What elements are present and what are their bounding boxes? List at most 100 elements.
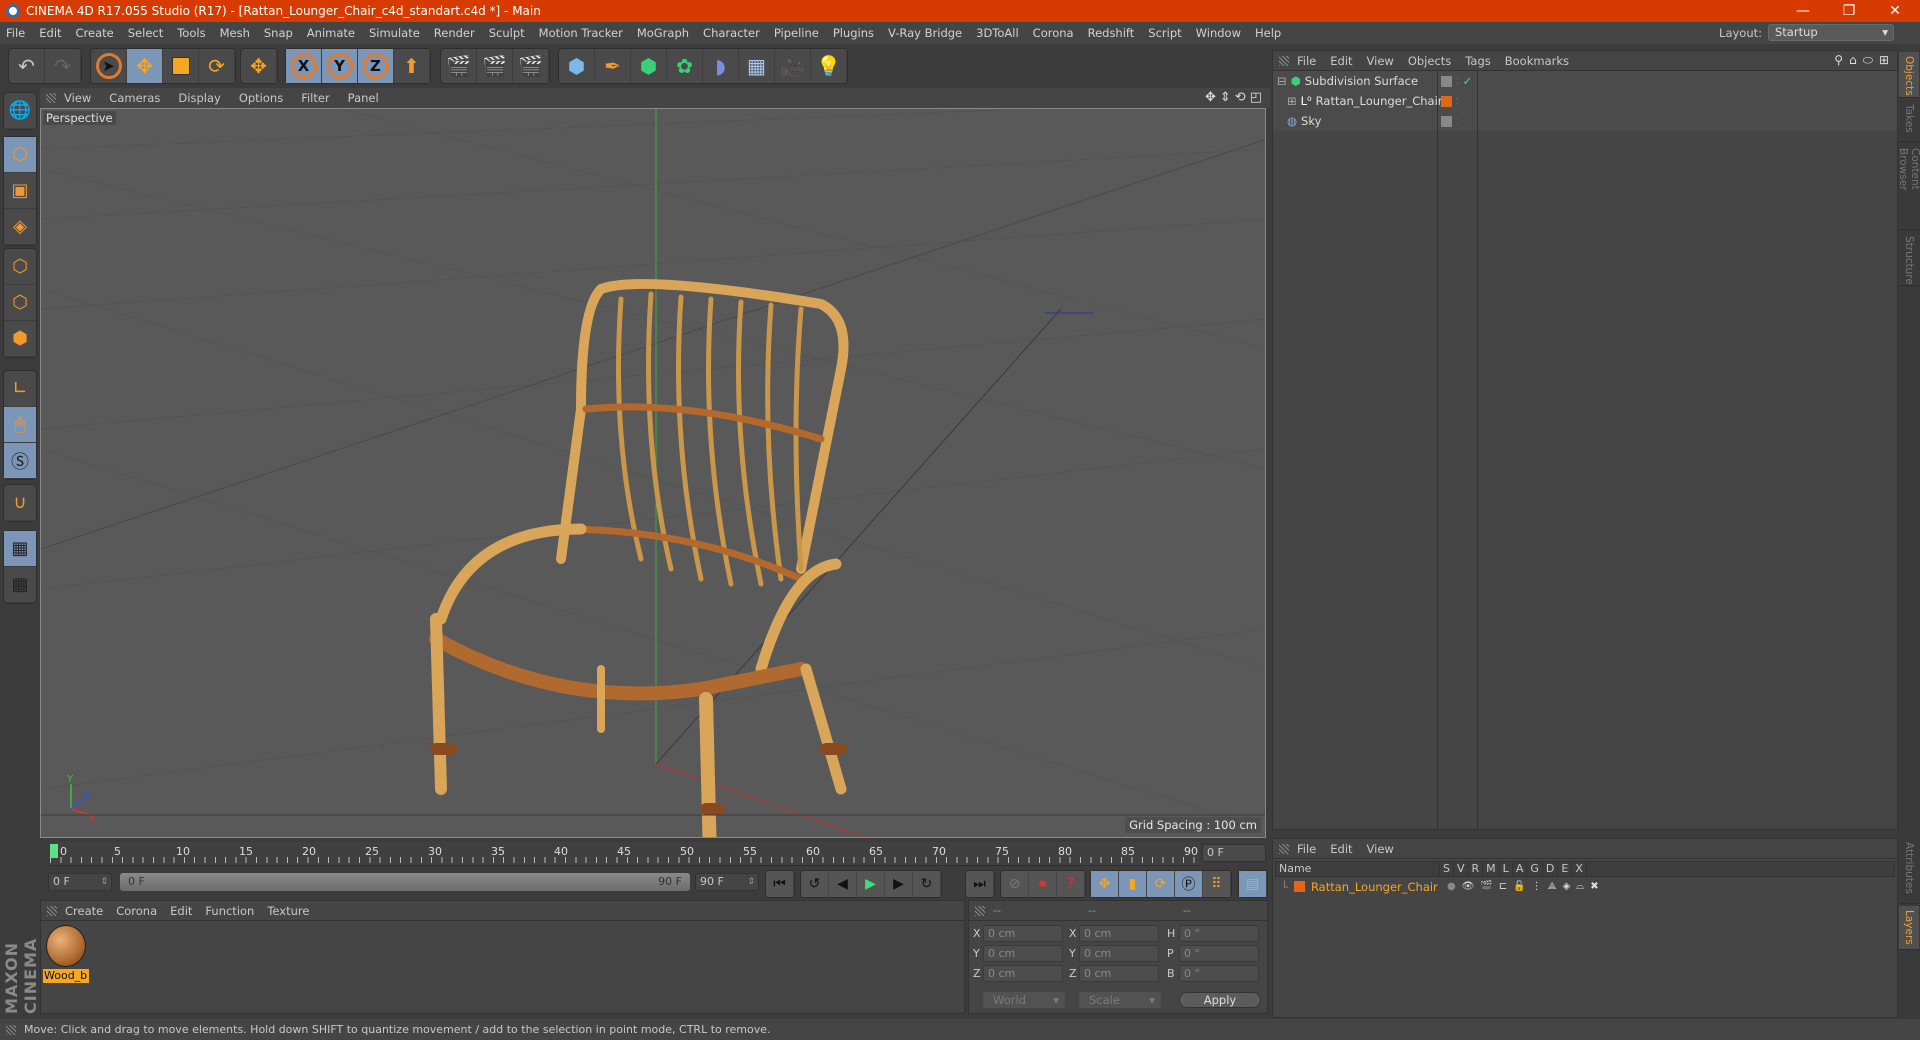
- locked-workplane-icon[interactable]: ▦: [4, 531, 36, 567]
- visibility-dots-icon[interactable]: ⁚: [1456, 77, 1459, 86]
- size-y-field[interactable]: 0 cm: [1079, 945, 1159, 962]
- menu-pipeline[interactable]: Pipeline: [774, 26, 819, 40]
- last-tool-icon[interactable]: ✥: [241, 49, 277, 83]
- column-deformers[interactable]: D: [1543, 862, 1559, 876]
- edges-mode-icon[interactable]: ⬡: [4, 285, 36, 321]
- pos-x-field[interactable]: 0 cm: [983, 925, 1063, 942]
- minimize-button[interactable]: —: [1780, 0, 1826, 22]
- previous-frame-icon[interactable]: ◀: [829, 871, 857, 897]
- current-frame-field[interactable]: 0 F: [1202, 844, 1266, 862]
- expressions-toggle-icon[interactable]: ⌓: [1576, 881, 1584, 892]
- column-expressions[interactable]: E: [1558, 862, 1573, 876]
- tab-attributes[interactable]: Attributes: [1899, 838, 1919, 904]
- object-row[interactable]: ⊞ L⁰ Rattan_Lounger_Chair ⁚: [1273, 91, 1897, 111]
- floor-icon[interactable]: ▦: [739, 49, 775, 83]
- visibility-dots-icon[interactable]: ⁚: [1456, 117, 1459, 126]
- menu-sculpt[interactable]: Sculpt: [489, 26, 525, 40]
- menu-3dtoall[interactable]: 3DToAll: [976, 26, 1019, 40]
- column-xrefs[interactable]: X: [1572, 862, 1587, 876]
- material-menu-create[interactable]: Create: [65, 904, 103, 918]
- apply-button[interactable]: Apply: [1179, 992, 1261, 1008]
- column-divider[interactable]: [1477, 71, 1478, 829]
- make-editable-icon[interactable]: 🌐: [4, 93, 36, 129]
- tab-content-browser[interactable]: Content Browser: [1897, 144, 1920, 230]
- menu-render[interactable]: Render: [434, 26, 475, 40]
- menu-animate[interactable]: Animate: [307, 26, 355, 40]
- rattan-lounger-chair-model[interactable]: [429, 279, 849, 838]
- pos-z-field[interactable]: 0 cm: [983, 965, 1063, 982]
- menu-motion-tracker[interactable]: Motion Tracker: [539, 26, 623, 40]
- viewport-menu-display[interactable]: Display: [178, 91, 220, 105]
- column-locked[interactable]: L: [1500, 862, 1513, 876]
- x-axis-icon[interactable]: X: [286, 49, 322, 83]
- column-divider[interactable]: [1437, 71, 1438, 829]
- size-x-field[interactable]: 0 cm: [1079, 925, 1159, 942]
- render-view-icon[interactable]: 🎬: [441, 49, 477, 83]
- light-icon[interactable]: 💡: [811, 49, 847, 83]
- grip-icon[interactable]: [1279, 843, 1289, 854]
- viewport-menu-cameras[interactable]: Cameras: [109, 91, 160, 105]
- layer-menu-view[interactable]: View: [1367, 842, 1394, 856]
- y-axis-icon[interactable]: Y: [322, 49, 358, 83]
- next-frame-icon[interactable]: ▶: [885, 871, 913, 897]
- menu-redshift[interactable]: Redshift: [1088, 26, 1135, 40]
- menu-snap[interactable]: Snap: [264, 26, 293, 40]
- tab-layers[interactable]: Layers: [1899, 906, 1919, 950]
- menu-tools[interactable]: Tools: [177, 26, 205, 40]
- menu-plugins[interactable]: Plugins: [833, 26, 874, 40]
- manager-toggle-icon[interactable]: ⊏: [1499, 881, 1507, 892]
- coordinate-mode-dropdown[interactable]: World: [983, 992, 1065, 1008]
- camera-icon[interactable]: 🎥: [775, 49, 811, 83]
- expand-icon[interactable]: ⊞: [1287, 94, 1297, 108]
- material-menu-function[interactable]: Function: [205, 904, 254, 918]
- layer-color-icon[interactable]: [1441, 95, 1452, 107]
- model-mode-icon[interactable]: ⬡: [4, 137, 36, 173]
- snap-icon[interactable]: ∪: [4, 485, 36, 521]
- redo-icon[interactable]: ↷: [45, 49, 81, 83]
- menu-select[interactable]: Select: [128, 26, 163, 40]
- menu-window[interactable]: Window: [1196, 26, 1241, 40]
- animation-toggle-icon[interactable]: ⋮: [1532, 881, 1542, 892]
- filter-icon[interactable]: ⬭: [1863, 53, 1873, 68]
- tweak-mode-icon[interactable]: 🖱: [4, 407, 36, 443]
- layer-name[interactable]: Rattan_Lounger_Chair: [1311, 880, 1447, 894]
- undo-icon[interactable]: ↶: [9, 49, 45, 83]
- parameter-key-icon[interactable]: Ⓟ: [1175, 871, 1203, 897]
- layer-row[interactable]: └ Rattan_Lounger_Chair ● 👁 🎬 ⊏ 🔓 ⋮ ⟁ ◈ ⌓…: [1275, 878, 1895, 895]
- keyframe-selection-icon[interactable]: ?: [1057, 871, 1085, 897]
- menu-corona[interactable]: Corona: [1033, 26, 1074, 40]
- render-toggle-icon[interactable]: 🎬: [1480, 881, 1492, 892]
- layer-menu-edit[interactable]: Edit: [1330, 842, 1352, 856]
- generators-toggle-icon[interactable]: ⟁: [1548, 881, 1557, 892]
- go-to-end-icon[interactable]: ⏭: [966, 871, 994, 897]
- layout-dropdown[interactable]: Startup: [1768, 24, 1894, 41]
- enabled-check-icon[interactable]: ✓: [1463, 74, 1473, 88]
- object-menu-objects[interactable]: Objects: [1408, 54, 1451, 68]
- column-view[interactable]: V: [1454, 862, 1469, 876]
- grip-icon[interactable]: [46, 93, 56, 103]
- layer-color-icon[interactable]: [1293, 881, 1305, 892]
- rot-b-field[interactable]: 0 °: [1179, 965, 1259, 982]
- layer-menu-file[interactable]: File: [1297, 842, 1316, 856]
- render-settings-icon[interactable]: 🎬: [513, 49, 549, 83]
- size-z-field[interactable]: 0 cm: [1079, 965, 1159, 982]
- rot-p-field[interactable]: 0 °: [1179, 945, 1259, 962]
- column-generators[interactable]: G: [1527, 862, 1543, 876]
- autokey-icon[interactable]: ⏺: [1029, 871, 1057, 897]
- tab-structure[interactable]: Structure: [1899, 232, 1919, 286]
- lock-toggle-icon[interactable]: 🔓: [1513, 881, 1525, 892]
- mograph-cloner-icon[interactable]: ✿: [667, 49, 703, 83]
- viewport-menu-view[interactable]: View: [64, 91, 91, 105]
- z-axis-icon[interactable]: Z: [358, 49, 394, 83]
- object-row[interactable]: ⊟ ⬢ Subdivision Surface ⁚ ✓: [1273, 71, 1897, 91]
- column-name[interactable]: Name: [1276, 862, 1440, 876]
- rotation-key-icon[interactable]: ⟳: [1147, 871, 1175, 897]
- view-toggle-icon[interactable]: 👁: [1462, 881, 1475, 892]
- tab-objects[interactable]: Objects: [1899, 52, 1919, 98]
- visibility-dots-icon[interactable]: ⁚: [1456, 97, 1459, 106]
- solo-mode-icon[interactable]: Ⓢ: [4, 443, 36, 479]
- deformer-icon[interactable]: ◗: [703, 49, 739, 83]
- go-to-start-icon[interactable]: ⏮: [766, 871, 794, 897]
- menu-mesh[interactable]: Mesh: [220, 26, 250, 40]
- object-menu-bookmarks[interactable]: Bookmarks: [1505, 54, 1569, 68]
